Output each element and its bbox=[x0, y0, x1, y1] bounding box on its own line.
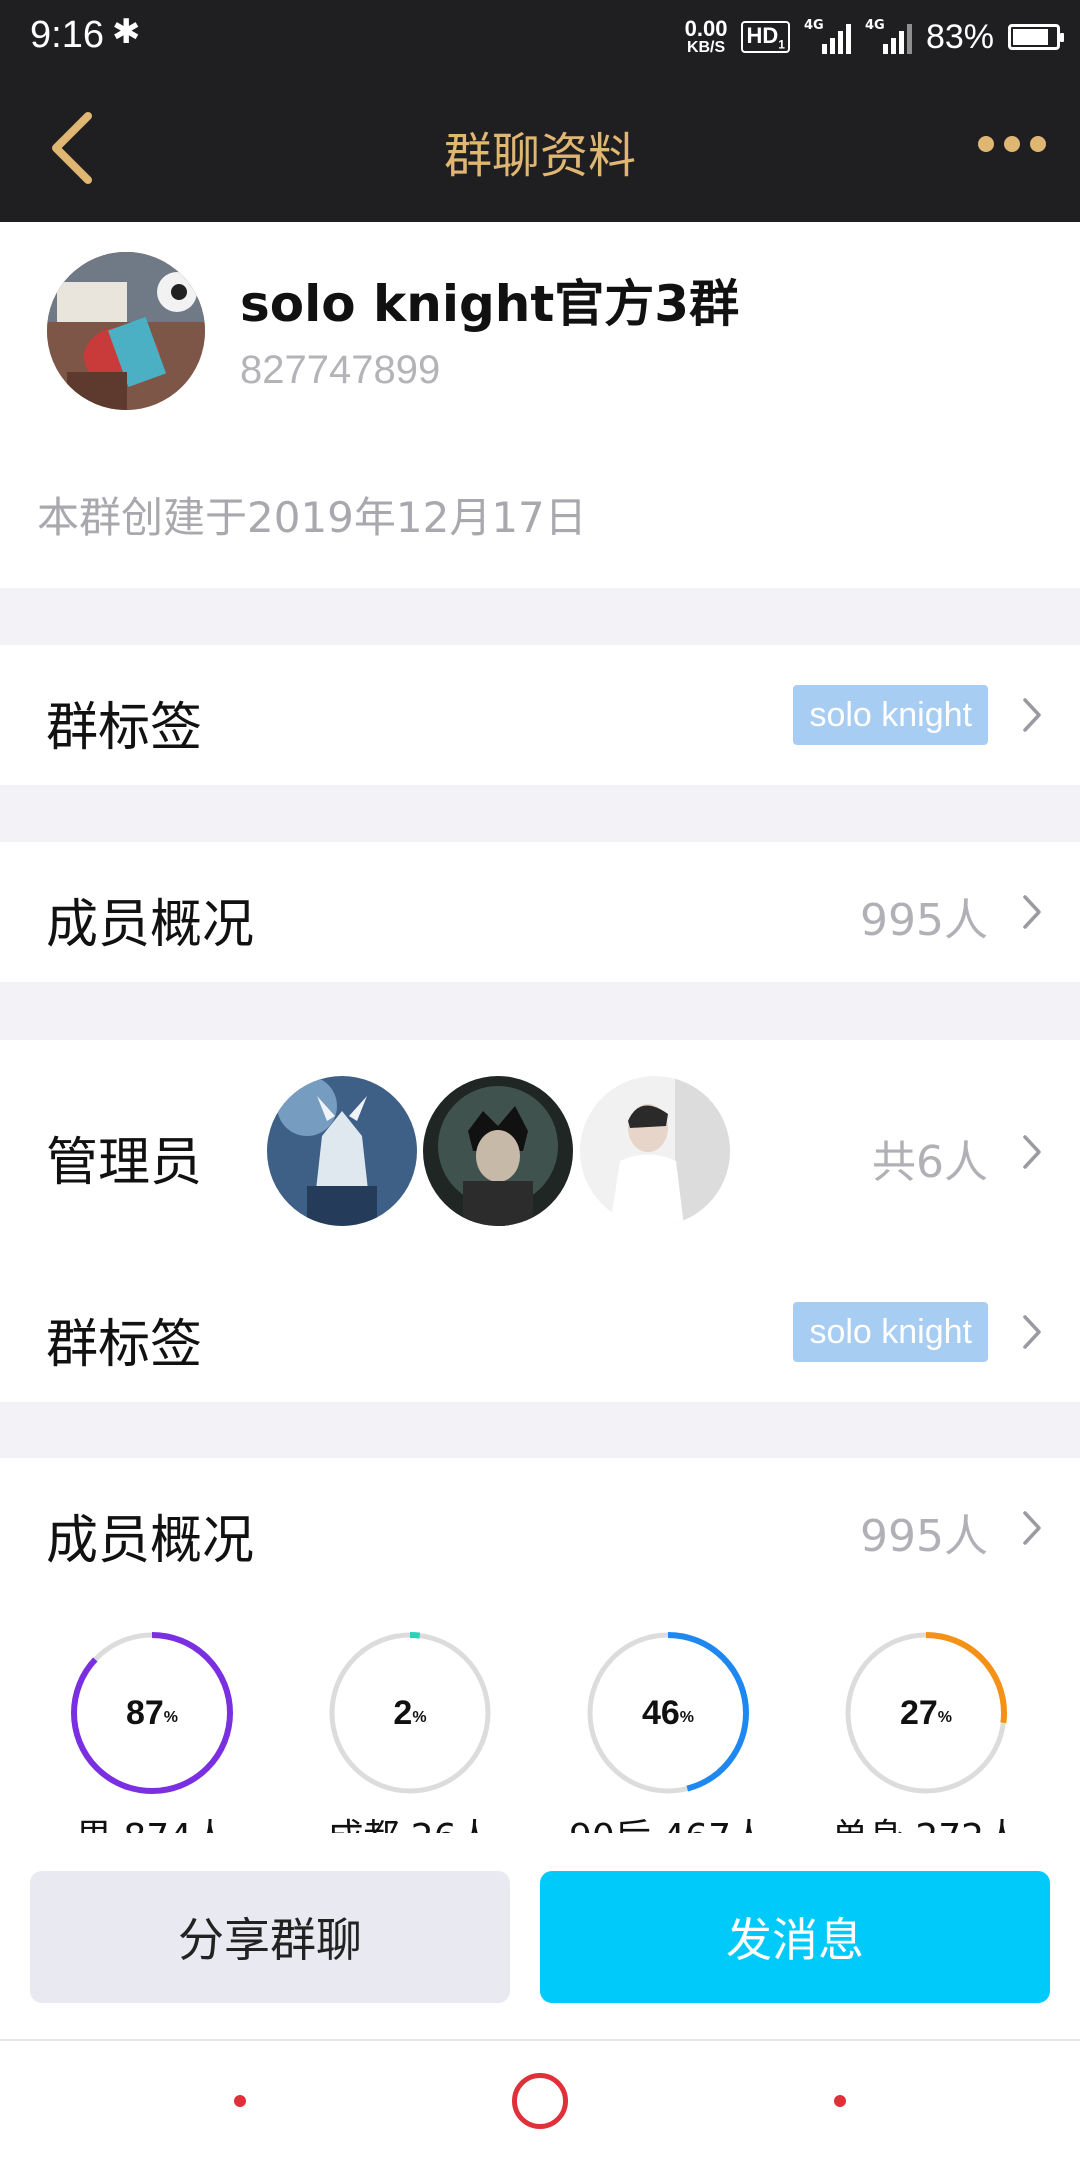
chevron-right-icon bbox=[1023, 895, 1041, 929]
section-divider bbox=[0, 1402, 1080, 1458]
tag-badge: solo knight bbox=[793, 685, 988, 745]
admin-avatar[interactable] bbox=[423, 1076, 573, 1226]
stat-caption: 90后 467人 bbox=[548, 1808, 788, 1833]
hd-label: HD bbox=[746, 22, 779, 48]
member-count: 995人 bbox=[860, 1511, 988, 1562]
stat-value: 2% bbox=[325, 1628, 495, 1798]
row-group-tags[interactable]: 群标签 solo knight bbox=[0, 645, 1080, 785]
chevron-right-icon bbox=[1023, 1135, 1041, 1169]
group-profile: solo knight官方3群 827747899 本群创建于2019年12月1… bbox=[0, 222, 1080, 588]
admins-section: 管理员 共6人 群标签 solo knight bbox=[0, 1040, 1080, 1402]
more-dots-icon[interactable] bbox=[978, 136, 1046, 152]
group-created-date: 本群创建于2019年12月17日 bbox=[37, 493, 587, 542]
group-avatar[interactable] bbox=[47, 252, 205, 410]
system-nav-bar bbox=[0, 2041, 1080, 2160]
status-time: 9:16 bbox=[30, 14, 104, 56]
row-label: 群标签 bbox=[46, 1315, 203, 1375]
action-bar: 分享群聊 发消息 bbox=[0, 1833, 1080, 2041]
battery-percent: 83% bbox=[925, 17, 994, 56]
sim1-label: 4G bbox=[803, 18, 824, 33]
admin-count: 共6人 bbox=[872, 1137, 988, 1188]
stat-number: 87 bbox=[125, 1693, 164, 1732]
row-members-overview-2[interactable]: 成员概况 995人 bbox=[0, 1458, 1080, 1598]
status-bar: 9:16 ✱ 0.00 KB/S HD1 4G 4G 83% bbox=[0, 0, 1080, 74]
net-speed: 0.00 KB/S bbox=[685, 18, 728, 56]
admin-avatar[interactable] bbox=[267, 1076, 417, 1226]
stat-caption: 成都 26人 bbox=[290, 1808, 530, 1833]
member-count: 995人 bbox=[860, 895, 988, 946]
stat-caption: 单身 272人 bbox=[806, 1808, 1046, 1833]
row-members-overview[interactable]: 成员概况 995人 bbox=[0, 842, 1080, 982]
stat-caption: 男 874人 bbox=[32, 1808, 272, 1833]
chevron-right-icon bbox=[1023, 1315, 1041, 1349]
stat-value: 87% bbox=[67, 1628, 237, 1798]
tag-badge: solo knight bbox=[793, 1302, 988, 1362]
send-message-button[interactable]: 发消息 bbox=[540, 1871, 1050, 2003]
stat-value: 27% bbox=[841, 1628, 1011, 1798]
stat-unit: % bbox=[412, 1709, 427, 1726]
bluetooth-icon: ✱ bbox=[112, 12, 141, 52]
hd-icon: HD1 bbox=[741, 20, 790, 54]
stat-number: 27 bbox=[899, 1693, 938, 1732]
row-admins[interactable]: 管理员 共6人 bbox=[0, 1040, 1080, 1262]
section-divider bbox=[0, 588, 1080, 645]
stat-number: 46 bbox=[641, 1693, 680, 1732]
signal-icon-sim1: 4G bbox=[803, 18, 851, 54]
row-label: 管理员 bbox=[46, 1133, 203, 1193]
row-label: 群标签 bbox=[46, 698, 203, 758]
row-label: 成员概况 bbox=[46, 1511, 255, 1571]
admin-avatar[interactable] bbox=[580, 1076, 730, 1226]
net-speed-value: 0.00 bbox=[684, 16, 728, 41]
page-title: 群聊资料 bbox=[443, 128, 636, 184]
title-bar: 群聊资料 bbox=[0, 74, 1080, 222]
stat-unit: % bbox=[679, 1709, 695, 1726]
stat-unit: % bbox=[937, 1709, 953, 1726]
net-speed-unit: KB/S bbox=[686, 39, 726, 56]
battery-icon bbox=[1008, 24, 1064, 50]
chevron-right-icon bbox=[1023, 698, 1041, 732]
sim2-label: 4G bbox=[864, 18, 885, 33]
section-divider bbox=[0, 785, 1080, 842]
group-name: solo knight官方3群 bbox=[240, 275, 740, 333]
group-id: 827747899 bbox=[240, 348, 441, 392]
section-divider bbox=[0, 982, 1080, 1040]
home-button[interactable] bbox=[512, 2073, 568, 2129]
stat-unit: % bbox=[163, 1709, 179, 1726]
share-group-button[interactable]: 分享群聊 bbox=[30, 1871, 510, 2003]
stat-value: 46% bbox=[583, 1628, 753, 1798]
menu-button[interactable] bbox=[234, 2095, 246, 2107]
stat-number: 2 bbox=[393, 1693, 413, 1732]
members-stats-section: 成员概况 995人 87% 男 874人 2% 成都 26人 46% 90后 467人 27… bbox=[0, 1458, 1080, 1833]
status-indicators: 0.00 KB/S HD1 4G 4G 83% bbox=[685, 10, 1064, 64]
row-label: 成员概况 bbox=[46, 895, 255, 955]
hd-sub: 1 bbox=[778, 37, 785, 52]
chevron-right-icon bbox=[1023, 1511, 1041, 1545]
signal-icon-sim2: 4G bbox=[864, 18, 912, 54]
back-button[interactable] bbox=[834, 2095, 846, 2107]
row-group-tags-2[interactable]: 群标签 solo knight bbox=[0, 1262, 1080, 1402]
